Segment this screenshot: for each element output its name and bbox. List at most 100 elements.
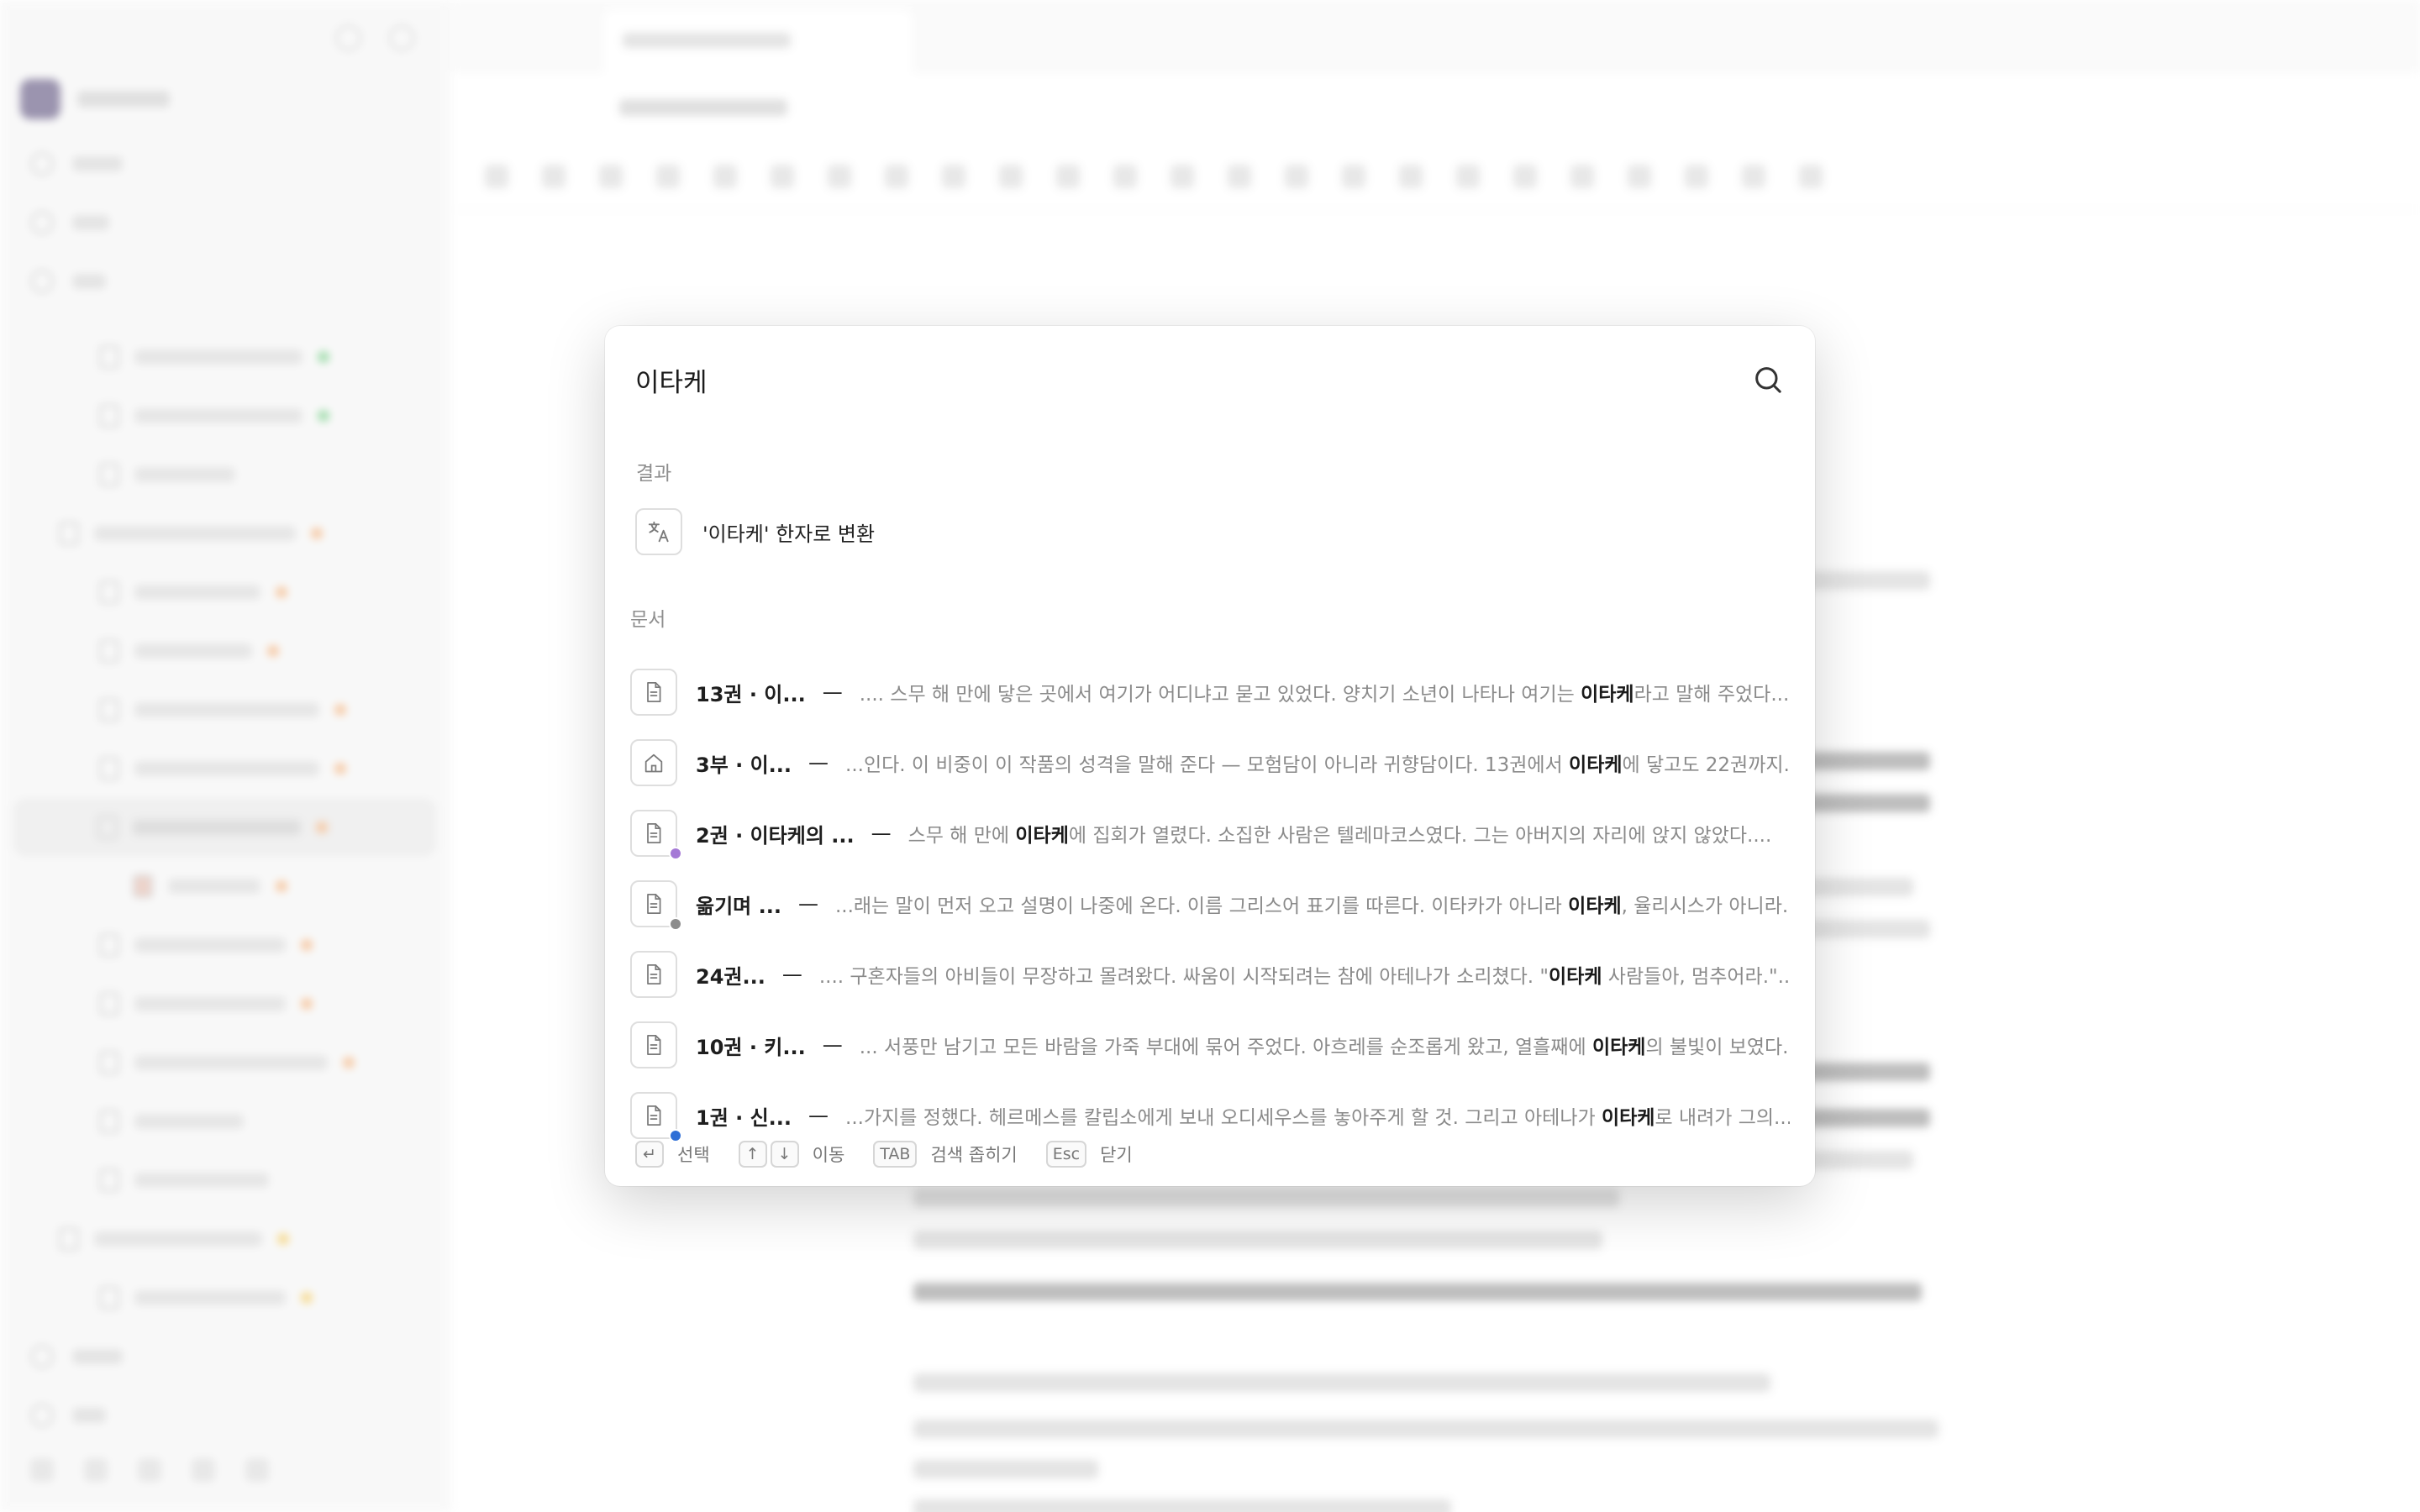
hint-label: 선택: [677, 1145, 710, 1165]
sidebar-tree: [0, 328, 450, 1327]
result-separator: —: [781, 963, 802, 986]
result-snippet: ...가지를 정했다. 헤르메스를 칼립소에게 보내 오디세우스를 놓아주게 할…: [845, 1101, 1790, 1130]
result-title: 2권 · 이타케의 ...: [696, 823, 855, 848]
document-icon: [630, 951, 677, 998]
snippet-match-highlight: 이타케: [1015, 825, 1069, 847]
key-badge: ↓: [770, 1141, 799, 1168]
tree-item: [0, 386, 450, 445]
document-result-row[interactable]: 3부 · 이... — ...인다. 이 비중이 이 작품의 성격을 말해 준다 —…: [630, 727, 1790, 798]
key-badge: TAB: [873, 1141, 918, 1168]
key-badge: Esc: [1045, 1141, 1087, 1168]
search-icon[interactable]: [1751, 363, 1785, 396]
snippet-before: ...래는 말이 먼저 오고 설명이 나중에 온다. 이름 그리스어 표기를 따…: [834, 895, 1569, 917]
search-modal: 결과 '이타케' 한자로 변환 문서 13권 · 이... — .... 스무 해 …: [605, 326, 1815, 1186]
snippet-after: 라고 말해 주었다....: [1634, 684, 1790, 706]
workspace-name-placeholder: [77, 91, 170, 108]
hint-label: 닫기: [1100, 1145, 1133, 1165]
key-badge: ↵: [635, 1141, 664, 1168]
tree-item: [0, 1210, 450, 1268]
workspace-logo: [20, 79, 60, 119]
tree-item: [0, 622, 450, 680]
tab-active: [602, 8, 913, 72]
tree-item: [0, 504, 450, 563]
result-separator: —: [808, 1104, 829, 1127]
workspace-row: [0, 72, 450, 126]
hint-label: 이동: [812, 1145, 845, 1165]
document-icon: [630, 1021, 677, 1068]
hint-label: 검색 좁히기: [930, 1145, 1018, 1165]
tree-item: [0, 916, 450, 974]
result-separator: —: [822, 680, 843, 704]
status-dot: [669, 847, 682, 860]
result-title: 1권 · 신...: [696, 1105, 792, 1130]
sidebar-nav-item: [0, 193, 450, 252]
result-separator: —: [797, 892, 818, 916]
result-title: 옮기며 ...: [696, 894, 781, 918]
convert-label: '이타케' 한자로 변환: [702, 522, 876, 546]
results-section-label: 결과: [636, 463, 672, 485]
result-snippet: .... 구혼자들의 아비들이 무장하고 몰려왔다. 싸움이 시작되려는 참에 …: [819, 960, 1790, 989]
nav-icon: [30, 211, 54, 234]
result-snippet: .... 스무 해 만에 닿은 곳에서 여기가 어디냐고 묻고 있었다. 양치기…: [860, 678, 1790, 706]
sidebar-top-controls: ◯ ◯: [0, 0, 450, 72]
result-title: 24권...: [696, 964, 765, 989]
snippet-before: 스무 해 만에: [908, 825, 1016, 847]
tree-item: [0, 1033, 450, 1092]
snippet-match-highlight: 이타케: [1568, 895, 1622, 917]
nav-icon: [30, 152, 54, 176]
status-dot: [669, 917, 682, 931]
document-result-row[interactable]: 13권 · 이... — .... 스무 해 만에 닿은 곳에서 여기가 어디냐고 …: [630, 657, 1790, 727]
search-icon: ◯: [334, 21, 363, 51]
document-result-row[interactable]: 24권... — .... 구혼자들의 아비들이 무장하고 몰려왔다. 싸움이 시작…: [630, 939, 1790, 1010]
document-result-row[interactable]: 10권 · 키... — ... 서풍만 남기고 모든 바람을 가죽 부대에 묶어 …: [630, 1010, 1790, 1080]
result-snippet: 스무 해 만에 이타케에 집회가 열렸다. 소집한 사람은 텔레마코스였다. 그…: [908, 819, 1790, 848]
tree-item: [0, 974, 450, 1033]
result-snippet: ... 서풍만 남기고 모든 바람을 가죽 부대에 묶어 주었다. 아흐레를 순…: [860, 1031, 1790, 1059]
document-result-row[interactable]: 2권 · 이타케의 ... — 스무 해 만에 이타케에 집회가 열렸다. 소집한 …: [630, 798, 1790, 869]
home-icon: [630, 739, 677, 786]
tree-item: [0, 563, 450, 622]
sidebar-bottom: [0, 1310, 450, 1512]
snippet-before: .... 구혼자들의 아비들이 무장하고 몰려왔다. 싸움이 시작되려는 참에 …: [818, 966, 1549, 988]
result-snippet: ...래는 말이 먼저 오고 설명이 나중에 온다. 이름 그리스어 표기를 따…: [835, 890, 1790, 918]
document-icon: [630, 810, 682, 860]
document-icon: [630, 880, 682, 931]
snippet-after: 의 불빛이 보였다....: [1645, 1037, 1790, 1058]
snippet-after: , 율리시스가 아니라...: [1621, 895, 1790, 917]
result-separator: —: [822, 1033, 843, 1057]
tree-item: [0, 328, 450, 386]
result-title: 10권 · 키...: [696, 1035, 806, 1059]
convert-to-hanja-item[interactable]: '이타케' 한자로 변환: [635, 508, 875, 555]
snippet-before: ...인다. 이 비중이 이 작품의 성격을 말해 준다 — 모험담이 아니라 …: [845, 754, 1570, 776]
search-bar: [635, 349, 1785, 410]
result-snippet: ...인다. 이 비중이 이 작품의 성격을 말해 준다 — 모험담이 아니라 …: [845, 748, 1790, 777]
result-title: 13권 · 이...: [696, 682, 806, 706]
snippet-match-highlight: 이타케: [1569, 754, 1623, 776]
sidebar: ◯ ◯: [0, 0, 450, 1512]
snippet-match-highlight: 이타케: [1581, 684, 1634, 706]
sidebar-nav-item: [0, 134, 450, 193]
snippet-after: 사람들아, 멈추어라."...: [1602, 966, 1790, 988]
search-input[interactable]: [635, 365, 1751, 395]
snippet-before: ... 서풍만 남기고 모든 바람을 가죽 부대에 묶어 주었다. 아흐레를 순…: [859, 1037, 1592, 1058]
documents-section-label: 문서: [630, 609, 666, 631]
document-icon: [630, 669, 677, 716]
document-results-list: 13권 · 이... — .... 스무 해 만에 닿은 곳에서 여기가 어디냐고 …: [630, 657, 1790, 1151]
sidebar-nav-item: [0, 252, 450, 311]
tree-item: [0, 739, 450, 798]
tree-item: [0, 857, 450, 916]
translate-icon: [635, 508, 682, 555]
document-result-row[interactable]: 옮기며 ... — ...래는 말이 먼저 오고 설명이 나중에 온다. 이름 그리…: [630, 869, 1790, 939]
tree-item-active: [13, 798, 436, 857]
tree-item: [0, 680, 450, 739]
snippet-match-highlight: 이타케: [1601, 1107, 1655, 1129]
snippet-before: .... 스무 해 만에 닿은 곳에서 여기가 어디냐고 묻고 있었다. 양치기…: [859, 684, 1581, 706]
breadcrumb: [451, 72, 2420, 143]
result-separator: —: [871, 822, 892, 845]
tree-item: [0, 1092, 450, 1151]
result-title: 3부 · 이...: [696, 753, 792, 777]
sidebar-footer-icons: [30, 1445, 420, 1495]
sidebar-nav-item: [30, 1327, 420, 1386]
key-badge: ↑: [738, 1141, 767, 1168]
sidebar-nav-item: [30, 1386, 420, 1445]
